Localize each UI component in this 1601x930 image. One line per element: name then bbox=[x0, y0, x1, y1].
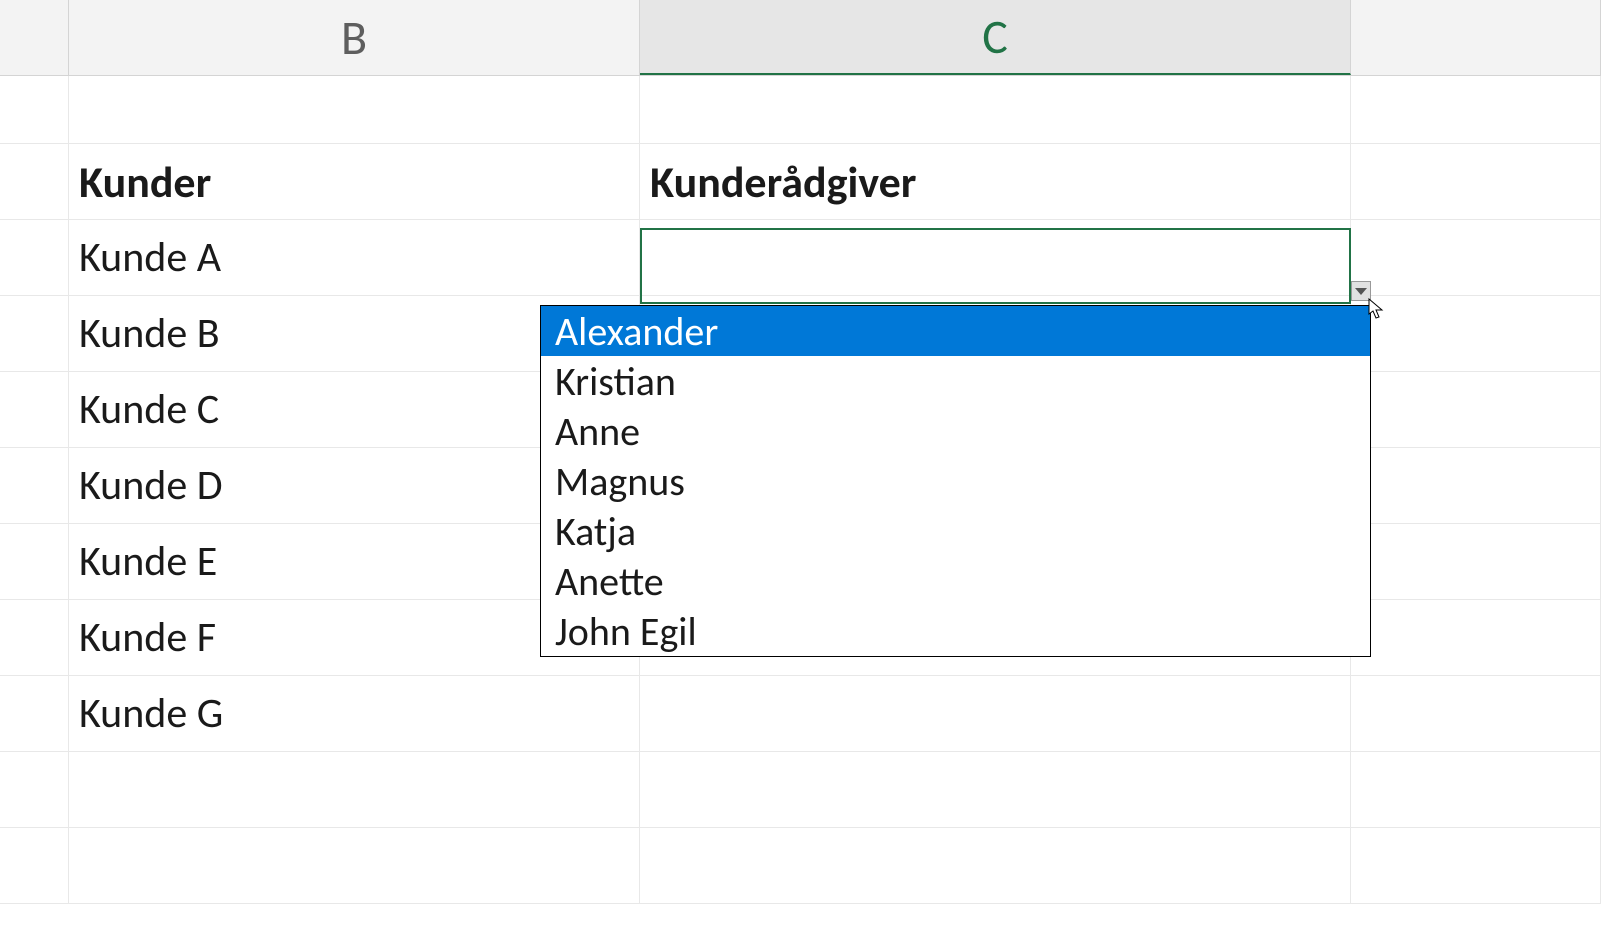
row-header[interactable] bbox=[0, 524, 69, 599]
cell-c2[interactable]: Kunderådgiver bbox=[640, 144, 1351, 219]
row-2: Kunder Kunderådgiver bbox=[0, 144, 1601, 220]
column-header-d[interactable] bbox=[1351, 0, 1601, 75]
cell-b3[interactable]: Kunde A bbox=[69, 220, 640, 295]
row-header[interactable] bbox=[0, 752, 69, 827]
row-header[interactable] bbox=[0, 144, 69, 219]
row-header[interactable] bbox=[0, 296, 69, 371]
row-header[interactable] bbox=[0, 600, 69, 675]
cell-d2[interactable] bbox=[1351, 144, 1601, 219]
cell-d4[interactable] bbox=[1351, 296, 1601, 371]
dropdown-option[interactable]: Alexander bbox=[541, 306, 1370, 356]
dropdown-option[interactable]: Kristian bbox=[541, 356, 1370, 406]
cell-c1[interactable] bbox=[640, 76, 1351, 143]
data-validation-dropdown-list[interactable]: Alexander Kristian Anne Magnus Katja Ane… bbox=[540, 305, 1371, 657]
row-header[interactable] bbox=[0, 76, 69, 143]
dropdown-option[interactable]: Magnus bbox=[541, 456, 1370, 506]
cell-d5[interactable] bbox=[1351, 372, 1601, 447]
cell-c3-selected[interactable] bbox=[640, 220, 1351, 295]
cell-c9[interactable] bbox=[640, 676, 1351, 751]
cell-d11[interactable] bbox=[1351, 828, 1601, 903]
column-header-b[interactable]: B bbox=[69, 0, 640, 75]
chevron-down-icon bbox=[1355, 282, 1367, 301]
cell-b1[interactable] bbox=[69, 76, 640, 143]
row-10 bbox=[0, 752, 1601, 828]
cell-b11[interactable] bbox=[69, 828, 640, 903]
row-11 bbox=[0, 828, 1601, 904]
row-header[interactable] bbox=[0, 372, 69, 447]
spreadsheet-grid: B C Kunder Kunderådgiver Kunde A Kunde B… bbox=[0, 0, 1601, 930]
dropdown-option[interactable]: John Egil bbox=[541, 606, 1370, 656]
cell-d7[interactable] bbox=[1351, 524, 1601, 599]
cell-b9[interactable]: Kunde G bbox=[69, 676, 640, 751]
cell-d3[interactable] bbox=[1351, 220, 1601, 295]
dropdown-option[interactable]: Katja bbox=[541, 506, 1370, 556]
cell-d1[interactable] bbox=[1351, 76, 1601, 143]
cell-c10[interactable] bbox=[640, 752, 1351, 827]
dropdown-option[interactable]: Anne bbox=[541, 406, 1370, 456]
row-9: Kunde G bbox=[0, 676, 1601, 752]
cell-d10[interactable] bbox=[1351, 752, 1601, 827]
column-header-c[interactable]: C bbox=[640, 0, 1351, 75]
cell-d8[interactable] bbox=[1351, 600, 1601, 675]
row-header[interactable] bbox=[0, 220, 69, 295]
cell-b2[interactable]: Kunder bbox=[69, 144, 640, 219]
select-all-corner[interactable] bbox=[0, 0, 69, 75]
row-header[interactable] bbox=[0, 828, 69, 903]
cell-d9[interactable] bbox=[1351, 676, 1601, 751]
dropdown-option[interactable]: Anette bbox=[541, 556, 1370, 606]
column-header-row: B C bbox=[0, 0, 1601, 76]
cell-d6[interactable] bbox=[1351, 448, 1601, 523]
cell-b10[interactable] bbox=[69, 752, 640, 827]
row-1 bbox=[0, 76, 1601, 144]
cell-c11[interactable] bbox=[640, 828, 1351, 903]
row-header[interactable] bbox=[0, 676, 69, 751]
row-header[interactable] bbox=[0, 448, 69, 523]
data-validation-dropdown-button[interactable] bbox=[1351, 281, 1371, 301]
